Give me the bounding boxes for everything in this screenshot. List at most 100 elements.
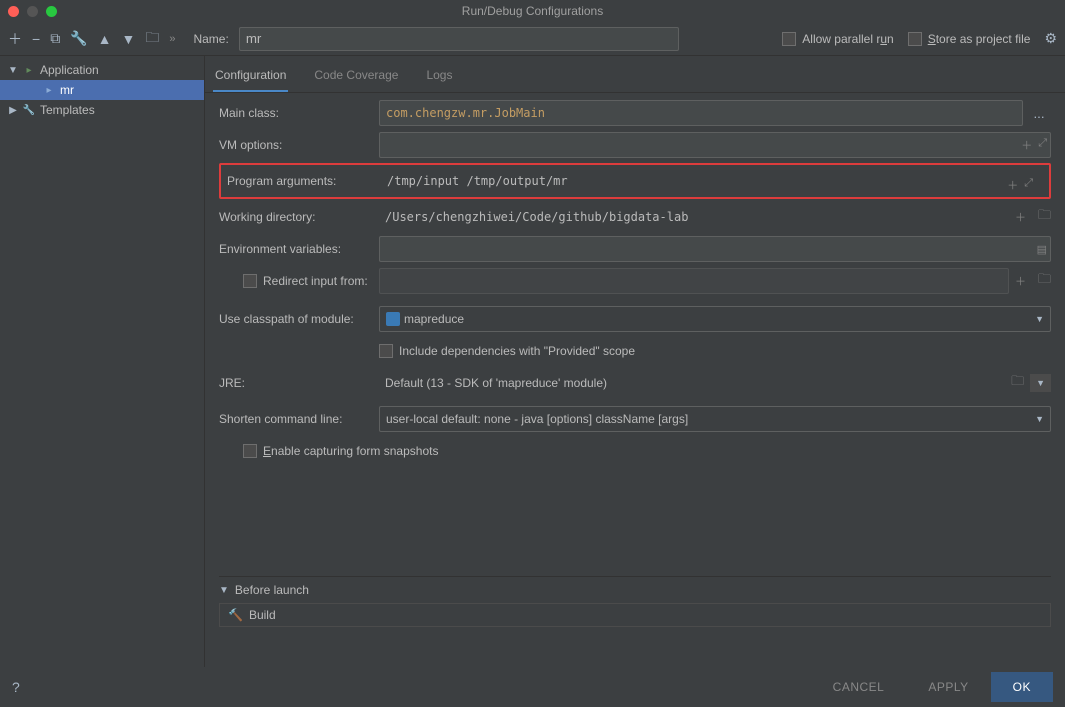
application-label: Application: [40, 63, 99, 77]
gear-icon[interactable]: ⚙: [1044, 30, 1057, 47]
zoom-window-icon[interactable]: [46, 6, 57, 17]
list-icon[interactable]: ▤: [1037, 243, 1047, 256]
name-section: Name:: [193, 27, 772, 51]
before-launch-build[interactable]: 🔨 Build: [219, 603, 1051, 627]
down-icon[interactable]: ▼: [121, 31, 135, 47]
build-label: Build: [249, 608, 276, 622]
tree-config-mr[interactable]: ▸ mr: [0, 80, 204, 100]
working-dir-label: Working directory:: [219, 210, 379, 224]
sidebar: ▼ ▸ Application ▸ mr ▶ 🔧 Templates: [0, 56, 205, 667]
shorten-label: Shorten command line:: [219, 412, 379, 426]
vm-options-input[interactable]: [379, 132, 1051, 158]
row-shorten: Shorten command line: user-local default…: [219, 403, 1051, 435]
application-icon: ▸: [22, 63, 36, 77]
row-jre: JRE: Default (13 - SDK of 'mapreduce' mo…: [219, 367, 1051, 399]
cancel-button[interactable]: CANCEL: [811, 672, 907, 702]
env-vars-input[interactable]: [379, 236, 1051, 262]
chevron-down-icon[interactable]: ▼: [1030, 374, 1051, 392]
toolbar-icons: ＋ − ⧉ 🔧 ▲ ▼ 🗀 »: [8, 27, 175, 51]
tab-logs[interactable]: Logs: [424, 62, 454, 92]
name-input[interactable]: [239, 27, 679, 51]
jre-value: Default (13 - SDK of 'mapreduce' module): [385, 376, 607, 390]
chevron-right-icon[interactable]: ▶: [8, 105, 18, 116]
redirect-input[interactable]: [379, 268, 1009, 294]
expand-icon[interactable]: ⤢: [1024, 177, 1033, 193]
ok-button[interactable]: OK: [991, 672, 1053, 702]
row-program-args: Program arguments:: [221, 165, 1049, 197]
store-project-check[interactable]: Store as project file: [908, 32, 1031, 46]
main: ▼ ▸ Application ▸ mr ▶ 🔧 Templates Confi…: [0, 56, 1065, 667]
tab-code-coverage[interactable]: Code Coverage: [312, 62, 400, 92]
toolbar: ＋ − ⧉ 🔧 ▲ ▼ 🗀 » Name: Allow parallel run…: [0, 22, 1065, 56]
folder-open-icon[interactable]: 🗀: [1011, 372, 1024, 394]
tab-configuration[interactable]: Configuration: [213, 62, 288, 92]
store-project-label: Store as project file: [928, 32, 1031, 46]
plus-icon[interactable]: ＋: [1007, 177, 1018, 193]
redirect-checkbox[interactable]: [243, 274, 257, 288]
browse-class-button[interactable]: ...: [1027, 100, 1051, 126]
row-include-deps: Include dependencies with "Provided" sco…: [219, 335, 1051, 367]
program-args-highlight: Program arguments:: [219, 163, 1051, 199]
wrench-icon[interactable]: 🔧: [70, 30, 87, 47]
config-form: Main class: ... VM options: ＋ ⤢: [205, 93, 1065, 566]
include-deps-checkbox[interactable]: [379, 344, 393, 358]
checkbox-icon[interactable]: [908, 32, 922, 46]
allow-parallel-check[interactable]: Allow parallel run: [782, 32, 893, 46]
config-label: mr: [60, 83, 74, 97]
allow-parallel-label: Allow parallel run: [802, 32, 893, 46]
hammer-icon: 🔨: [228, 608, 243, 622]
jre-select[interactable]: Default (13 - SDK of 'mapreduce' module): [379, 370, 1005, 396]
add-icon[interactable]: ＋: [8, 29, 22, 49]
chevron-down-icon[interactable]: ▼: [219, 585, 229, 596]
minimize-window-icon[interactable]: [27, 6, 38, 17]
row-enable-snapshots: Enable capturing form snapshots: [219, 435, 1051, 467]
program-args-input[interactable]: [381, 168, 1045, 194]
remove-icon[interactable]: −: [32, 31, 40, 47]
help-icon[interactable]: ?: [12, 679, 20, 695]
footer: ? CANCEL APPLY OK: [0, 667, 1065, 707]
enable-snapshots: Enable capturing form snapshots: [219, 444, 438, 458]
templates-label: Templates: [40, 103, 95, 117]
row-working-dir: Working directory: ＋ 🗀: [219, 201, 1051, 233]
classpath-label: Use classpath of module:: [219, 312, 379, 326]
folder-icon[interactable]: 🗀: [145, 27, 159, 51]
shorten-select[interactable]: user-local default: none - java [options…: [379, 406, 1051, 432]
close-window-icon[interactable]: [8, 6, 19, 17]
more-icon[interactable]: »: [169, 33, 175, 45]
chevron-down-icon: ▼: [1035, 414, 1044, 424]
tree-application[interactable]: ▼ ▸ Application: [0, 60, 204, 80]
chevron-down-icon: ▼: [1035, 314, 1044, 324]
redirect-input-label: Redirect input from:: [219, 274, 379, 288]
templates-icon: 🔧: [22, 103, 36, 117]
tabs: Configuration Code Coverage Logs: [205, 56, 1065, 93]
classpath-select[interactable]: mapreduce ▼: [379, 306, 1051, 332]
main-class-label: Main class:: [219, 106, 379, 120]
shorten-value: user-local default: none - java [options…: [386, 412, 688, 426]
copy-icon[interactable]: ⧉: [50, 30, 60, 47]
chevron-down-icon[interactable]: ▼: [8, 65, 18, 76]
before-launch-header[interactable]: ▼ Before launch: [219, 577, 1051, 603]
module-icon: [386, 312, 400, 326]
expand-icon[interactable]: ⤢: [1038, 137, 1047, 153]
snapshots-checkbox[interactable]: [243, 444, 257, 458]
env-vars-label: Environment variables:: [219, 242, 379, 256]
plus-icon[interactable]: ＋: [1015, 273, 1026, 289]
up-icon[interactable]: ▲: [98, 31, 112, 47]
plus-icon[interactable]: ＋: [1021, 137, 1032, 153]
apply-button[interactable]: APPLY: [906, 672, 990, 702]
name-label: Name:: [193, 32, 228, 46]
row-main-class: Main class: ...: [219, 97, 1051, 129]
tree-templates[interactable]: ▶ 🔧 Templates: [0, 100, 204, 120]
right-controls: Allow parallel run Store as project file…: [782, 30, 1057, 47]
row-redirect-input: Redirect input from: ＋ 🗀: [219, 265, 1051, 297]
run-config-icon: ▸: [42, 83, 56, 97]
working-dir-input[interactable]: [379, 204, 1015, 230]
titlebar: Run/Debug Configurations: [0, 0, 1065, 22]
main-class-input[interactable]: [379, 100, 1023, 126]
checkbox-icon[interactable]: [782, 32, 796, 46]
redirect-label: Redirect input from:: [263, 274, 368, 288]
snapshots-label: Enable capturing form snapshots: [263, 444, 438, 458]
plus-icon[interactable]: ＋: [1015, 209, 1026, 225]
folder-open-icon[interactable]: 🗀: [1038, 270, 1051, 292]
folder-open-icon[interactable]: 🗀: [1038, 206, 1051, 228]
